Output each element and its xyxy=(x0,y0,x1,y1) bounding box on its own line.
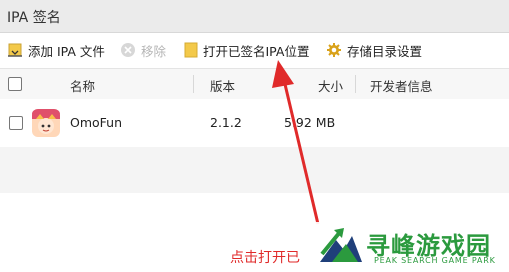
watermark-subtitle: PEAK SEARCH GAME PARK xyxy=(374,256,496,265)
watermark-logo xyxy=(320,228,362,262)
annotation-text: 点击打开已 xyxy=(230,250,300,266)
watermark: 寻峰游戏园 PEAK SEARCH GAME PARK xyxy=(316,222,509,272)
